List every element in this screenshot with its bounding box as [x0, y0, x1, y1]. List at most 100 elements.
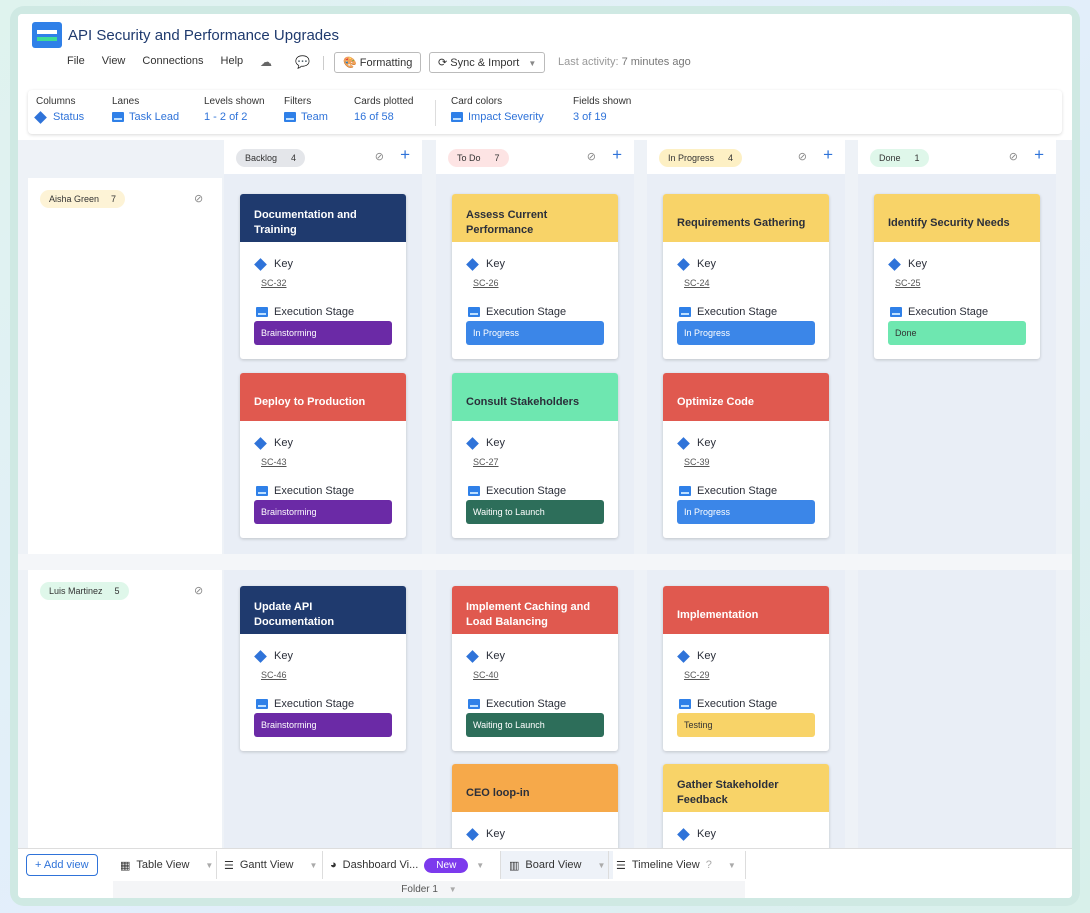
column-name: In Progress — [668, 153, 714, 163]
tab-table-view[interactable]: ▦Table View▼ — [120, 851, 213, 879]
key-value[interactable]: SC-43 — [240, 449, 406, 467]
sync-import-button[interactable]: ⟳ Sync & Import ▼ — [429, 52, 545, 73]
card[interactable]: CEO loop-inKey — [452, 764, 618, 852]
setting-label: Filters — [284, 96, 328, 107]
key-value[interactable]: SC-26 — [452, 270, 618, 288]
menu-connections[interactable]: Connections — [142, 55, 203, 67]
column-name: To Do — [457, 153, 481, 163]
eye-off-icon[interactable]: ⊘ — [587, 150, 596, 163]
cloud-icon[interactable]: ☁ — [260, 55, 272, 69]
key-value[interactable]: SC-29 — [663, 662, 829, 680]
key-value[interactable]: SC-24 — [663, 270, 829, 288]
lane-pill[interactable]: Aisha Green7 — [40, 190, 125, 208]
tab-label: Board View — [525, 859, 581, 871]
divider — [745, 851, 746, 879]
tab-board-view[interactable]: ▥ Board View ▼ — [501, 851, 613, 879]
stage-label: Execution Stage — [486, 698, 566, 710]
card[interactable]: Implement Caching and Load BalancingKeyS… — [452, 586, 618, 751]
key-value[interactable]: SC-25 — [874, 270, 1040, 288]
setting-value: Impact Severity — [468, 111, 544, 123]
setting-columns[interactable]: Columns Status — [36, 96, 84, 123]
key-field: Key — [663, 421, 829, 449]
menu-file[interactable]: File — [67, 55, 85, 67]
stage-label: Execution Stage — [274, 306, 354, 318]
card[interactable]: Consult StakeholdersKeySC-27Execution St… — [452, 373, 618, 538]
key-value[interactable]: SC-46 — [240, 662, 406, 680]
stage-field: Execution Stage — [452, 467, 618, 497]
column-header: To Do7 ⊘ + — [436, 140, 634, 174]
card[interactable]: Documentation and TrainingKeySC-32Execut… — [240, 194, 406, 359]
card[interactable]: Deploy to ProductionKeySC-43Execution St… — [240, 373, 406, 538]
stage-badge: Testing — [677, 713, 815, 737]
tab-label: Dashboard Vi... — [343, 859, 419, 871]
key-label: Key — [486, 258, 505, 270]
card[interactable]: Gather Stakeholder FeedbackKey — [663, 764, 829, 852]
chevron-down-icon: ▼ — [309, 861, 317, 870]
setting-levels[interactable]: Levels shown 1 - 2 of 2 — [204, 96, 265, 123]
tab-timeline-view[interactable]: ☰Timeline View?▼ — [616, 851, 736, 879]
add-view-button[interactable]: + Add view — [26, 854, 98, 876]
comment-icon[interactable]: 💬 — [295, 55, 310, 69]
card-title: Identify Security Needs — [874, 194, 1040, 242]
key-value[interactable]: SC-27 — [452, 449, 618, 467]
card[interactable]: Assess Current PerformanceKeySC-26Execut… — [452, 194, 618, 359]
key-field: Key — [452, 421, 618, 449]
formatting-button[interactable]: 🎨 Formatting — [334, 52, 421, 73]
add-card-icon[interactable]: + — [400, 145, 410, 165]
sync-label: Sync & Import — [450, 57, 519, 69]
add-card-icon[interactable]: + — [823, 145, 833, 165]
eye-off-icon[interactable]: ⊘ — [798, 150, 807, 163]
eye-off-icon[interactable]: ⊘ — [194, 584, 203, 597]
column-pill[interactable]: Done1 — [870, 149, 929, 167]
folder-bar[interactable]: Folder 1 ▼ — [113, 881, 745, 898]
card[interactable]: Update API DocumentationKeySC-46Executio… — [240, 586, 406, 751]
column-pill[interactable]: To Do7 — [448, 149, 509, 167]
eye-off-icon[interactable]: ⊘ — [1009, 150, 1018, 163]
setting-card-colors[interactable]: Card colors Impact Severity — [451, 96, 544, 123]
eye-off-icon[interactable]: ⊘ — [375, 150, 384, 163]
setting-value: 3 of 19 — [573, 111, 607, 123]
key-label: Key — [486, 828, 505, 840]
column-name: Backlog — [245, 153, 277, 163]
card[interactable]: ImplementationKeySC-29Execution StageTes… — [663, 586, 829, 751]
column-pill[interactable]: In Progress4 — [659, 149, 742, 167]
column-header: Done1 ⊘ + — [858, 140, 1056, 174]
add-card-icon[interactable]: + — [612, 145, 622, 165]
field-icon — [256, 307, 268, 317]
field-icon — [468, 699, 480, 709]
field-icon — [468, 486, 480, 496]
card[interactable]: Identify Security NeedsKeySC-25Execution… — [874, 194, 1040, 359]
diamond-icon — [254, 258, 267, 271]
stage-label: Execution Stage — [697, 306, 777, 318]
key-label: Key — [274, 258, 293, 270]
lane-name: Aisha Green — [49, 194, 99, 204]
board-icon: ▥ — [509, 859, 519, 872]
card[interactable]: Requirements GatheringKeySC-24Execution … — [663, 194, 829, 359]
setting-cards-plotted[interactable]: Cards plotted 16 of 58 — [354, 96, 413, 123]
app-window: API Security and Performance Upgrades Fi… — [18, 14, 1072, 898]
tab-label: Timeline View — [632, 859, 700, 871]
stage-badge: Brainstorming — [254, 321, 392, 345]
card[interactable]: Optimize CodeKeySC-39Execution StageIn P… — [663, 373, 829, 538]
field-icon — [256, 486, 268, 496]
key-value[interactable]: SC-40 — [452, 662, 618, 680]
stage-field: Execution Stage — [452, 680, 618, 710]
lane-pill[interactable]: Luis Martinez5 — [40, 582, 129, 600]
key-value[interactable]: SC-32 — [240, 270, 406, 288]
divider — [435, 100, 436, 126]
setting-lanes[interactable]: Lanes Task Lead — [112, 96, 179, 123]
diamond-icon — [466, 437, 479, 450]
key-value[interactable]: SC-39 — [663, 449, 829, 467]
eye-off-icon[interactable]: ⊘ — [194, 192, 203, 205]
menu-help[interactable]: Help — [221, 55, 244, 67]
add-card-icon[interactable]: + — [1034, 145, 1044, 165]
setting-label: Columns — [36, 96, 84, 107]
chevron-down-icon: ▼ — [597, 861, 605, 870]
setting-filters[interactable]: Filters Team — [284, 96, 328, 123]
tab-dashboard-view[interactable]: ◕Dashboard Vi...New▼ — [330, 851, 484, 879]
key-label: Key — [697, 828, 716, 840]
menu-view[interactable]: View — [102, 55, 126, 67]
column-pill[interactable]: Backlog4 — [236, 149, 305, 167]
setting-fields-shown[interactable]: Fields shown 3 of 19 — [573, 96, 631, 123]
tab-gantt-view[interactable]: ☰Gantt View▼ — [224, 851, 317, 879]
